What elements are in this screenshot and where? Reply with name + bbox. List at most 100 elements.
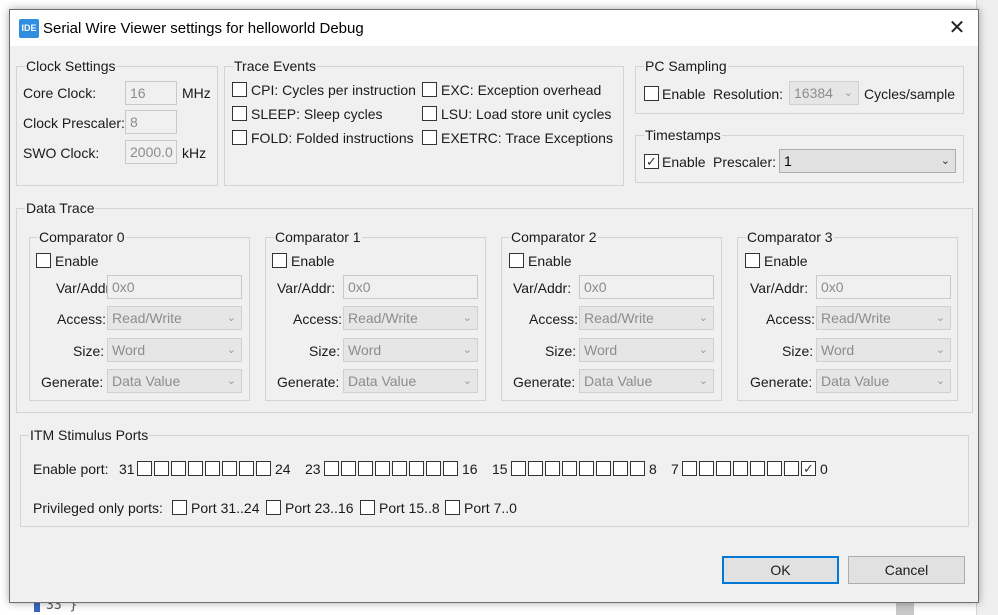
sleep-checkbox[interactable] xyxy=(232,106,247,121)
port-9-checkbox[interactable] xyxy=(613,461,628,476)
cpi-checkbox[interactable] xyxy=(232,82,247,97)
comparator-3-size-value: Word xyxy=(821,342,855,358)
comparator-0-title: Comparator 0 xyxy=(38,229,126,245)
comparator-1-enable-checkbox[interactable] xyxy=(272,253,287,268)
port-11-checkbox[interactable] xyxy=(579,461,594,476)
chevron-down-icon: ⌄ xyxy=(940,155,950,167)
port-21-checkbox[interactable] xyxy=(358,461,373,476)
comparator-0-access-dropdown[interactable]: Read/Write ⌄ xyxy=(107,306,242,330)
port-14-checkbox[interactable] xyxy=(528,461,543,476)
privileged-port-15-8-checkbox[interactable] xyxy=(360,500,375,515)
timestamps-enable-checkbox[interactable]: ✓ xyxy=(644,154,659,169)
lsu-checkbox[interactable] xyxy=(422,106,437,121)
port-22-checkbox[interactable] xyxy=(341,461,356,476)
core-clock-field[interactable]: 16 xyxy=(125,81,177,105)
port-23-checkbox[interactable] xyxy=(324,461,339,476)
comparator-1-var-field[interactable]: 0x0 xyxy=(343,275,478,299)
pc-sampling-enable-label: Enable xyxy=(662,86,706,102)
ok-button[interactable]: OK xyxy=(722,556,839,584)
port-13-checkbox[interactable] xyxy=(545,461,560,476)
comparator-2-generate-dropdown[interactable]: Data Value ⌄ xyxy=(579,369,714,393)
timestamp-prescaler-value: 1 xyxy=(784,153,792,169)
port-3-checkbox[interactable] xyxy=(750,461,765,476)
port-10-checkbox[interactable] xyxy=(596,461,611,476)
comparator-2-var-field[interactable]: 0x0 xyxy=(579,275,714,299)
pc-sampling-enable-checkbox[interactable] xyxy=(644,86,659,101)
port-16-checkbox[interactable] xyxy=(443,461,458,476)
privileged-port-7-0-checkbox[interactable] xyxy=(445,500,460,515)
comparator-1-access-value: Read/Write xyxy=(348,310,418,326)
comparator-2-size-dropdown[interactable]: Word ⌄ xyxy=(579,338,714,362)
comparator-3-size-dropdown[interactable]: Word ⌄ xyxy=(816,338,951,362)
privileged-port-31-24-checkbox[interactable] xyxy=(172,500,187,515)
fold-checkbox[interactable] xyxy=(232,130,247,145)
comparator-3-enable-checkbox[interactable] xyxy=(745,253,760,268)
swv-settings-dialog: IDE Serial Wire Viewer settings for hell… xyxy=(9,9,979,603)
port-group-1-start: 23 xyxy=(305,461,321,477)
port-4-checkbox[interactable] xyxy=(733,461,748,476)
comparator-2-enable-checkbox[interactable] xyxy=(509,253,524,268)
comparator-3-generate-value: Data Value xyxy=(821,373,890,389)
port-25-checkbox[interactable] xyxy=(239,461,254,476)
port-26-checkbox[interactable] xyxy=(222,461,237,476)
comparator-3-var-field[interactable]: 0x0 xyxy=(816,275,951,299)
port-5-checkbox[interactable] xyxy=(716,461,731,476)
port-31-checkbox[interactable] xyxy=(137,461,152,476)
comparator-0-generate-label: Generate: xyxy=(41,374,104,390)
comparator-2-generate-value: Data Value xyxy=(584,373,653,389)
core-clock-label: Core Clock: xyxy=(23,85,97,101)
chevron-down-icon: ⌄ xyxy=(698,344,708,356)
port-20-checkbox[interactable] xyxy=(375,461,390,476)
resolution-dropdown[interactable]: 16384 ⌄ xyxy=(789,81,859,105)
comparator-3-generate-dropdown[interactable]: Data Value ⌄ xyxy=(816,369,951,393)
port-12-checkbox[interactable] xyxy=(562,461,577,476)
port-27-checkbox[interactable] xyxy=(205,461,220,476)
background-scroll-strip xyxy=(976,0,998,615)
comparator-3-title: Comparator 3 xyxy=(746,229,834,245)
close-icon[interactable]: ✕ xyxy=(940,14,974,42)
privileged-port-23-16-checkbox[interactable] xyxy=(266,500,281,515)
port-group-2-end: 8 xyxy=(649,461,657,477)
comparator-2-access-value: Read/Write xyxy=(584,310,654,326)
port-6-checkbox[interactable] xyxy=(699,461,714,476)
comparator-1-generate-label: Generate: xyxy=(277,374,340,390)
chevron-down-icon: ⌄ xyxy=(698,375,708,387)
comparator-0-generate-dropdown[interactable]: Data Value ⌄ xyxy=(107,369,242,393)
comparator-0-var-field[interactable]: 0x0 xyxy=(107,275,242,299)
port-19-checkbox[interactable] xyxy=(392,461,407,476)
comparator-1-access-dropdown[interactable]: Read/Write ⌄ xyxy=(343,306,478,330)
port-15-checkbox[interactable] xyxy=(511,461,526,476)
port-1-checkbox[interactable] xyxy=(784,461,799,476)
comparator-3-var-label: Var/Addr: xyxy=(750,280,809,296)
title-bar: IDE Serial Wire Viewer settings for hell… xyxy=(10,10,978,46)
clock-prescaler-field[interactable]: 8 xyxy=(125,110,177,134)
itm-stimulus-ports-title: ITM Stimulus Ports xyxy=(29,427,150,443)
comparator-0-enable-checkbox[interactable] xyxy=(36,253,51,268)
comparator-1-size-dropdown[interactable]: Word ⌄ xyxy=(343,338,478,362)
cpi-label: CPI: Cycles per instruction xyxy=(251,82,416,98)
port-30-checkbox[interactable] xyxy=(154,461,169,476)
port-2-checkbox[interactable] xyxy=(767,461,782,476)
fold-label: FOLD: Folded instructions xyxy=(251,130,414,146)
swo-clock-field[interactable]: 2000.0 xyxy=(125,140,177,164)
port-0-checkbox[interactable]: ✓ xyxy=(801,461,816,476)
exc-checkbox[interactable] xyxy=(422,82,437,97)
cancel-button[interactable]: Cancel xyxy=(848,556,965,584)
timestamp-prescaler-dropdown[interactable]: 1 ⌄ xyxy=(779,149,956,173)
comparator-0-size-dropdown[interactable]: Word ⌄ xyxy=(107,338,242,362)
comparator-2-size-label: Size: xyxy=(545,343,577,359)
pc-sampling-title: PC Sampling xyxy=(644,58,728,74)
comparator-1-generate-dropdown[interactable]: Data Value ⌄ xyxy=(343,369,478,393)
port-18-checkbox[interactable] xyxy=(409,461,424,476)
exetrc-checkbox[interactable] xyxy=(422,130,437,145)
port-17-checkbox[interactable] xyxy=(426,461,441,476)
port-8-checkbox[interactable] xyxy=(630,461,645,476)
comparator-3-access-dropdown[interactable]: Read/Write ⌄ xyxy=(816,306,951,330)
privileged-port-7-0-label: Port 7..0 xyxy=(464,500,517,516)
comparator-2-access-dropdown[interactable]: Read/Write ⌄ xyxy=(579,306,714,330)
port-24-checkbox[interactable] xyxy=(256,461,271,476)
port-28-checkbox[interactable] xyxy=(188,461,203,476)
port-7-checkbox[interactable] xyxy=(682,461,697,476)
privileged-ports-label: Privileged only ports: xyxy=(33,500,163,516)
port-29-checkbox[interactable] xyxy=(171,461,186,476)
